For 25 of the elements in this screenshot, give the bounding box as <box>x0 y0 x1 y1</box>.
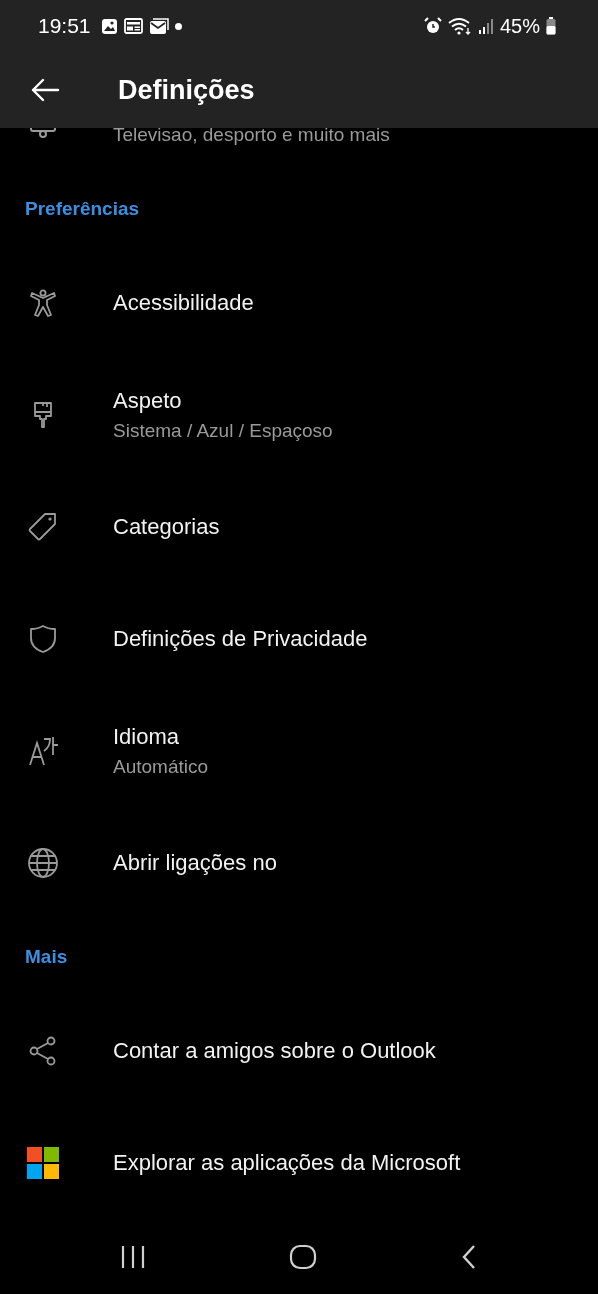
item-label: Definições de Privacidade <box>113 626 368 652</box>
item-subtitle: Televisao, desporto e muito mais <box>113 128 390 146</box>
settings-item[interactable]: Abrir ligações no <box>0 807 598 919</box>
battery-percent: 45% <box>499 14 540 38</box>
item-label: Categorias <box>113 514 220 540</box>
item-subtitle: Automático <box>113 756 209 778</box>
item-label: Abrir ligações no <box>113 850 277 876</box>
settings-item[interactable]: Categorias <box>0 471 598 583</box>
item-subtitle: Sistema / Azul / Espaçoso <box>113 420 333 442</box>
status-time: 19:51 <box>38 14 91 38</box>
page-title: Definições <box>118 74 255 106</box>
settings-item[interactable]: Aspeto Sistema / Azul / Espaçoso <box>0 359 598 471</box>
item-label: Contar a amigos sobre o Outlook <box>113 1038 436 1064</box>
settings-item[interactable]: Contar a amigos sobre o Outlook <box>0 995 598 1107</box>
item-label: Idioma <box>113 724 181 750</box>
item-label: Explorar as aplicações da Microsoft <box>113 1150 461 1176</box>
settings-item[interactable]: Definições de Privacidade <box>0 583 598 695</box>
settings-item[interactable]: Televisao, desporto e muito mais <box>0 128 598 171</box>
section-title: Mais <box>25 946 68 968</box>
section-title: Preferências <box>25 198 140 220</box>
item-label: Acessibilidade <box>113 290 254 316</box>
settings-item[interactable]: Idioma Automático <box>0 695 598 807</box>
item-label: Aspeto <box>113 388 183 414</box>
settings-item[interactable]: Explorar as aplicações da Microsoft <box>0 1107 598 1219</box>
settings-item[interactable]: Acessibilidade <box>0 247 598 359</box>
